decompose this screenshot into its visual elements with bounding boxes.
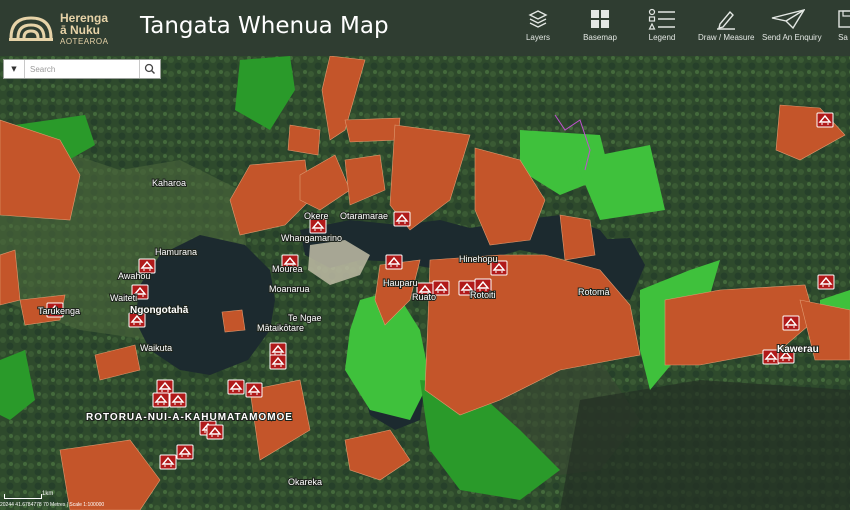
map-canvas[interactable]: Kaharoa Hamurana Awahou Waiteti Tarukeng…: [0, 56, 850, 510]
place-label: Rotoiti: [470, 290, 496, 300]
magnifier-icon: [144, 63, 155, 74]
marae-marker: [245, 382, 263, 398]
logo-name: Herenga ā Nuku: [60, 11, 109, 37]
layers-icon: [528, 10, 548, 28]
search-widget: ▼: [3, 59, 161, 79]
logo-mark-icon: [9, 16, 53, 41]
place-label: Hinehopu: [459, 254, 498, 264]
place-label: Mourea: [272, 264, 303, 274]
marae-marker: [817, 274, 835, 290]
place-label: Hamurana: [155, 247, 197, 257]
marae-marker: [156, 379, 174, 395]
place-label: Awahou: [118, 271, 150, 281]
place-label: Otaramarae: [340, 211, 388, 221]
place-label: Moanarua: [269, 284, 310, 294]
scale-bar: [4, 494, 42, 499]
pencil-ruler-icon: [717, 10, 735, 30]
search-input[interactable]: [26, 60, 146, 78]
place-label: Ruato: [412, 292, 436, 302]
terrain-area: [560, 380, 850, 510]
marae-marker: [169, 392, 187, 408]
app-logo[interactable]: Herenga ā Nuku AOTEAROA: [8, 8, 108, 48]
marae-marker: [309, 218, 327, 234]
place-label: Kawerau: [777, 344, 819, 355]
place-label: Hauparu: [383, 278, 418, 288]
basemap-label: Basemap: [583, 33, 617, 42]
scale-label: 1km: [42, 491, 54, 497]
marae-marker: [385, 254, 403, 270]
place-label: Okareka: [288, 477, 322, 487]
place-label: Okere: [304, 211, 329, 221]
save-icon: [838, 10, 850, 28]
marae-marker: [816, 112, 834, 128]
marae-marker: [176, 444, 194, 460]
legend-list-icon: [648, 8, 675, 30]
marae-marker: [206, 424, 224, 440]
paper-plane-icon: [771, 9, 805, 30]
layers-label: Layers: [525, 33, 550, 42]
draw-measure-label: Draw / Measure: [698, 33, 755, 42]
draw-measure-button[interactable]: Draw / Measure: [698, 8, 754, 52]
send-enquiry-label: Send An Enquiry: [762, 33, 822, 42]
legend-label: Legend: [648, 33, 676, 42]
marae-marker: [269, 354, 287, 370]
logo-subtitle: AOTEAROA: [60, 37, 109, 46]
map-view[interactable]: Kaharoa Hamurana Awahou Waiteti Tarukeng…: [0, 56, 850, 510]
send-enquiry-button[interactable]: Send An Enquiry: [762, 8, 822, 52]
marae-marker: [393, 211, 411, 227]
save-label: Sa: [838, 33, 848, 42]
place-label: Rotomā: [578, 287, 610, 297]
save-button[interactable]: Sa: [836, 8, 850, 52]
place-label: Te Ngae: [288, 313, 322, 323]
marae-marker: [159, 454, 177, 470]
coordinate-readout: 20244 41.6784778 70 Metres | Scale 1:100…: [0, 502, 105, 508]
marae-marker: [152, 392, 170, 408]
marae-marker: [782, 315, 800, 331]
basemap-grid-icon: [591, 10, 609, 28]
place-label: Waikuta: [140, 343, 172, 353]
search-button[interactable]: [139, 60, 160, 78]
basemap-button[interactable]: Basemap: [578, 8, 622, 52]
place-label: Waiteti: [110, 293, 137, 303]
marae-marker: [227, 379, 245, 395]
caret-down-icon: ▼: [11, 65, 17, 73]
app-header: Herenga ā Nuku AOTEAROA Tangata Whenua M…: [0, 0, 850, 56]
place-label: Kaharoa: [152, 178, 186, 188]
place-label: Whangamarino: [281, 233, 342, 243]
place-label: ROTORUA-NUI-A-KAHUMATAMOMOE: [86, 412, 293, 423]
search-source-dropdown[interactable]: ▼: [4, 60, 25, 78]
place-label: Tarukenga: [38, 306, 80, 316]
page-title: Tangata Whenua Map: [140, 13, 389, 39]
legend-button[interactable]: Legend: [642, 8, 682, 52]
place-label: Ngongotahā: [130, 305, 189, 316]
place-label: Mātaikōtare: [257, 323, 304, 333]
layers-button[interactable]: Layers: [518, 8, 558, 52]
